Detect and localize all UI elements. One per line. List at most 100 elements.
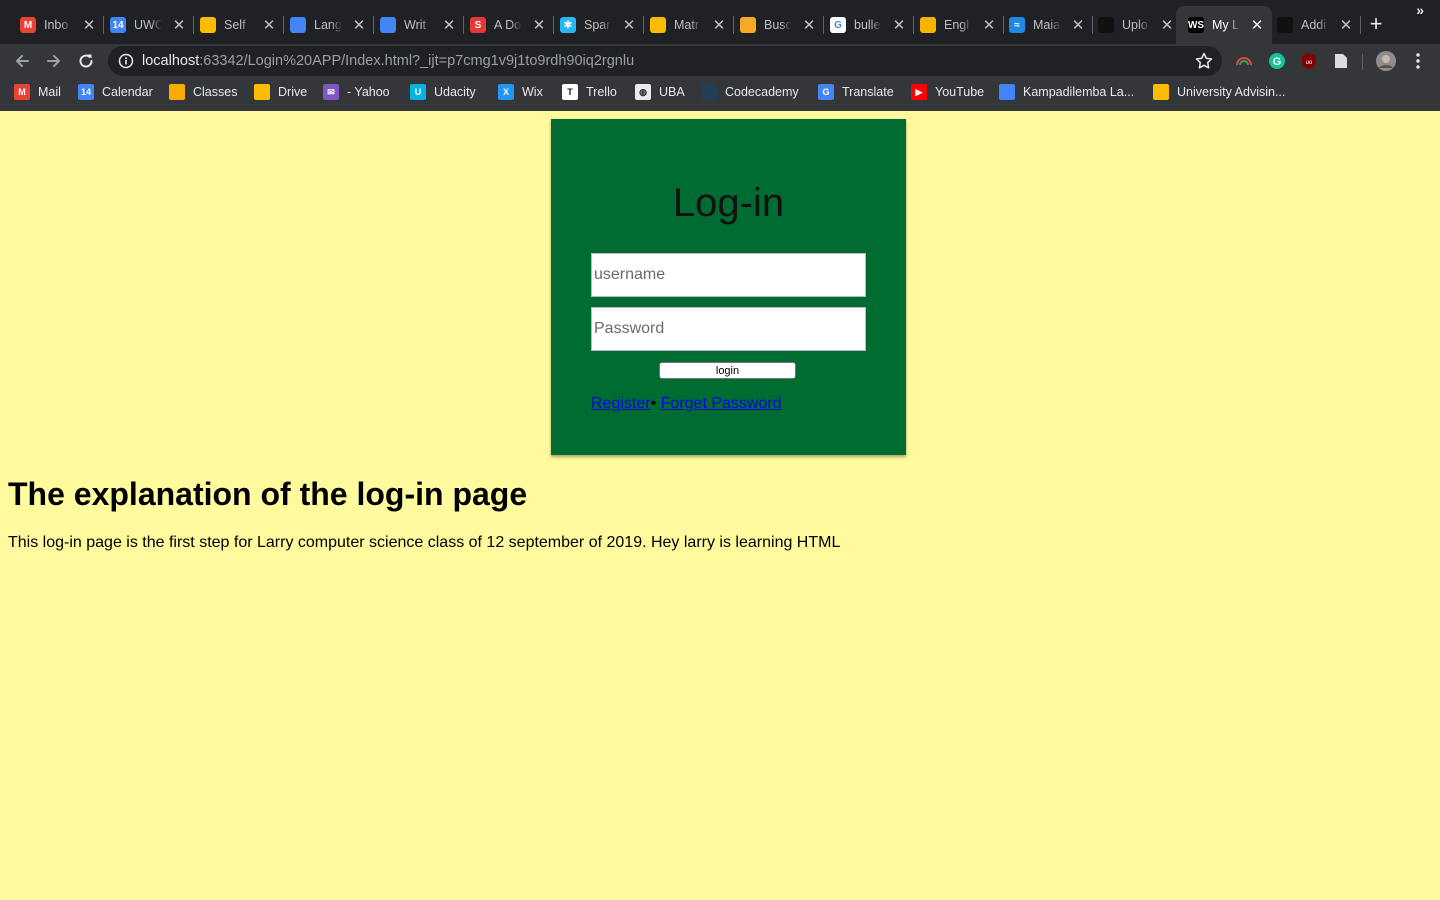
tab-label: Self: [224, 18, 246, 32]
bookmark-label: Drive: [278, 85, 308, 99]
document-extension-icon[interactable]: [1331, 51, 1351, 71]
bookmark-item[interactable]: University Advisin...: [1153, 82, 1285, 102]
browser-tab[interactable]: Gbulle ✕: [818, 6, 914, 44]
browser-tab[interactable]: ≈ Maia ✕: [997, 6, 1093, 44]
back-button[interactable]: [10, 49, 34, 73]
gmail-icon: M: [20, 17, 36, 33]
browser-tab[interactable]: WS My L ✕: [1176, 6, 1272, 44]
close-icon[interactable]: ✕: [172, 18, 186, 33]
bookmark-item[interactable]: Kampadilemba La...: [999, 82, 1134, 102]
ublock-icon[interactable]: uo: [1299, 51, 1319, 71]
bookmark-item[interactable]: X Wix: [498, 82, 543, 102]
address-bar[interactable]: localhost:63342/Login%20APP/Index.html?_…: [108, 46, 1222, 76]
tab-label: UWC: [134, 18, 162, 32]
webstorm-icon: WS: [1188, 17, 1204, 33]
close-icon[interactable]: ✕: [802, 18, 816, 33]
browser-tab[interactable]: Writ ✕: [368, 6, 464, 44]
browser-tab[interactable]: Engl ✕: [908, 6, 1004, 44]
bookmark-item[interactable]: Codecademy: [701, 82, 799, 102]
tab-label: My L: [1212, 18, 1240, 32]
close-icon[interactable]: ✕: [532, 18, 546, 33]
close-icon[interactable]: ✕: [892, 18, 906, 33]
close-icon[interactable]: ✕: [1250, 18, 1264, 33]
browser-tab[interactable]: Lang ✕: [278, 6, 374, 44]
tab-label: Inbo: [44, 18, 69, 32]
bookmark-item[interactable]: ✉ - Yahoo: [323, 82, 390, 102]
classroom-icon: [169, 84, 185, 100]
translate-icon: G: [818, 84, 834, 100]
close-icon[interactable]: ✕: [1160, 18, 1174, 33]
youtube-icon: ▶: [911, 84, 927, 100]
grammarly-icon[interactable]: G: [1267, 51, 1287, 71]
password-input[interactable]: [591, 307, 866, 351]
menu-kebab-icon[interactable]: [1408, 51, 1428, 71]
close-icon[interactable]: ✕: [262, 18, 276, 33]
google-icon: G: [830, 17, 846, 33]
bookmark-item[interactable]: Classes: [169, 82, 237, 102]
bookmark-item[interactable]: M Mail: [14, 82, 61, 102]
username-input[interactable]: [591, 253, 866, 297]
close-icon[interactable]: ✕: [1339, 18, 1353, 33]
wix-icon: X: [498, 84, 514, 100]
bookmark-item[interactable]: ◍ UBA: [635, 82, 685, 102]
link-separator: •: [650, 395, 657, 412]
close-icon[interactable]: ✕: [442, 18, 456, 33]
drive-icon: [650, 17, 666, 33]
browser-tab[interactable]: Matr ✕: [638, 6, 734, 44]
profile-avatar[interactable]: [1374, 49, 1398, 73]
github-icon: [1098, 17, 1114, 33]
bookmark-item[interactable]: Drive: [254, 82, 307, 102]
tab-label: Matr: [674, 18, 699, 32]
drive-icon: [200, 17, 216, 33]
close-icon[interactable]: ✕: [712, 18, 726, 33]
drive-icon: [254, 84, 270, 100]
bookmarks-bar: M Mail 14 Calendar Classes Drive ✉ - Yahoo U Udac…: [0, 80, 1440, 104]
new-tab-button[interactable]: +: [1364, 12, 1388, 36]
extension-rainbow-icon[interactable]: [1234, 51, 1254, 71]
url-text[interactable]: localhost:63342/Login%20APP/Index.html?_…: [142, 53, 634, 69]
login-button[interactable]: login: [659, 362, 796, 379]
browser-tab[interactable]: ✻ Spar ✕: [548, 6, 644, 44]
github-icon: [1277, 17, 1293, 33]
forward-button[interactable]: [42, 49, 66, 73]
udacity-icon: U: [410, 84, 426, 100]
docs-icon: [380, 17, 396, 33]
register-link[interactable]: Register: [591, 395, 651, 412]
browser-tab[interactable]: Busc ✕: [728, 6, 824, 44]
tab-label: Busc: [764, 18, 792, 32]
bookmark-item[interactable]: 14 Calendar: [78, 82, 153, 102]
docs-icon: [290, 17, 306, 33]
browser-tab[interactable]: M Inbo ✕: [8, 6, 104, 44]
close-icon[interactable]: ✕: [352, 18, 366, 33]
bookmark-item[interactable]: ▶ YouTube: [911, 82, 984, 102]
slides-icon: [920, 17, 936, 33]
tab-separator: [1360, 16, 1361, 34]
bookmark-star-icon[interactable]: [1194, 51, 1214, 71]
reload-button[interactable]: [74, 49, 98, 73]
bookmark-label: Translate: [842, 85, 894, 99]
bookmark-item[interactable]: G Translate: [818, 82, 894, 102]
tab-label: Addi: [1301, 18, 1327, 32]
tab-label: Lang: [314, 18, 342, 32]
bookmarks-overflow-button[interactable]: »: [1416, 2, 1424, 18]
close-icon[interactable]: ✕: [1071, 18, 1085, 33]
close-icon[interactable]: ✕: [82, 18, 96, 33]
browser-tab[interactable]: Addi ✕: [1265, 6, 1361, 44]
bookmark-label: Mail: [38, 85, 61, 99]
close-icon[interactable]: ✕: [982, 18, 996, 33]
browser-tab[interactable]: Self ✕: [188, 6, 284, 44]
toolbar-divider: [1362, 54, 1363, 70]
bookmark-label: Calendar: [102, 85, 153, 99]
browser-tab[interactable]: Uplo ✕: [1086, 6, 1182, 44]
login-title: Log-in: [672, 181, 785, 225]
forget-password-link[interactable]: Forget Password: [661, 395, 782, 412]
bookmark-item[interactable]: T Trello: [562, 82, 617, 102]
info-icon[interactable]: [118, 53, 134, 69]
browser-tab[interactable]: 14 UWC ✕: [98, 6, 194, 44]
bookmark-item[interactable]: U Udacity: [410, 82, 476, 102]
browser-tab[interactable]: S A Do ✕: [458, 6, 554, 44]
bookmark-label: Wix: [522, 85, 543, 99]
arrow-right-icon: [47, 55, 60, 67]
reload-icon: [79, 54, 93, 68]
close-icon[interactable]: ✕: [622, 18, 636, 33]
